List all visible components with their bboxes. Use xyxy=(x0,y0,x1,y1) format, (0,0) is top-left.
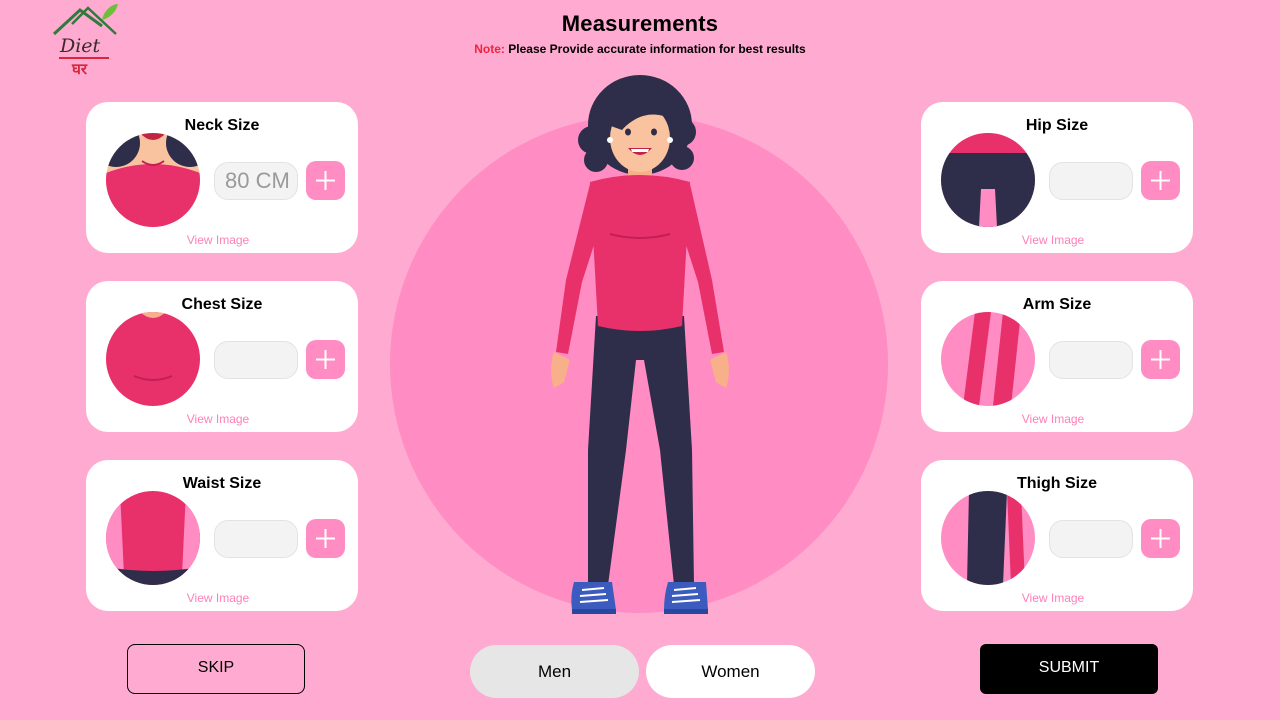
plus-icon xyxy=(316,350,335,369)
plus-icon xyxy=(316,171,335,190)
waist-view-image-link[interactable]: View Image xyxy=(86,591,358,605)
thigh-view-image-link[interactable]: View Image xyxy=(921,591,1193,605)
thigh-size-card: Thigh Size View Image xyxy=(921,460,1193,611)
neck-thumbnail xyxy=(106,133,200,227)
plus-icon xyxy=(1151,350,1170,369)
thigh-add-button[interactable] xyxy=(1141,519,1180,558)
hip-size-title: Hip Size xyxy=(1025,117,1089,134)
neck-view-image-link[interactable]: View Image xyxy=(86,233,358,247)
hip-view-image-link[interactable]: View Image xyxy=(921,233,1193,247)
arm-size-card: Arm Size View Image xyxy=(921,281,1193,432)
chest-thumbnail xyxy=(106,312,200,406)
neck-size-input[interactable] xyxy=(214,162,298,200)
arm-thumbnail xyxy=(941,312,1035,406)
thigh-size-title: Thigh Size xyxy=(1017,475,1097,492)
thigh-thumbnail xyxy=(941,491,1035,585)
hip-size-card: Hip Size View Image xyxy=(921,102,1193,253)
note-label: Note: xyxy=(474,42,505,56)
info-note: Note: Please Provide accurate informatio… xyxy=(0,42,1280,56)
skip-button[interactable]: SKIP xyxy=(127,644,305,694)
neck-size-title: Neck Size xyxy=(184,117,260,134)
woman-figure-illustration xyxy=(551,75,729,614)
chest-size-title: Chest Size xyxy=(181,296,263,313)
chest-add-button[interactable] xyxy=(306,340,345,379)
note-text: Please Provide accurate information for … xyxy=(508,42,806,56)
hip-size-input[interactable] xyxy=(1049,162,1133,200)
hip-thumbnail xyxy=(941,133,1035,227)
chest-size-card: Chest Size View Image xyxy=(86,281,358,432)
plus-icon xyxy=(1151,529,1170,548)
waist-size-input[interactable] xyxy=(214,520,298,558)
waist-add-button[interactable] xyxy=(306,519,345,558)
thigh-size-input[interactable] xyxy=(1049,520,1133,558)
arm-view-image-link[interactable]: View Image xyxy=(921,412,1193,426)
plus-icon xyxy=(1151,171,1170,190)
plus-icon xyxy=(316,529,335,548)
arm-size-title: Arm Size xyxy=(1022,296,1092,313)
gender-option-women[interactable]: Women xyxy=(646,645,815,698)
gender-option-men[interactable]: Men xyxy=(470,645,639,698)
waist-size-title: Waist Size xyxy=(182,475,262,492)
hip-add-button[interactable] xyxy=(1141,161,1180,200)
arm-add-button[interactable] xyxy=(1141,340,1180,379)
page-title: Measurements xyxy=(561,11,719,36)
neck-size-card: Neck Size View Image xyxy=(86,102,358,253)
chest-size-input[interactable] xyxy=(214,341,298,379)
submit-button[interactable]: SUBMIT xyxy=(980,644,1158,694)
neck-add-button[interactable] xyxy=(306,161,345,200)
chest-view-image-link[interactable]: View Image xyxy=(86,412,358,426)
svg-text:घर: घर xyxy=(71,60,88,76)
arm-size-input[interactable] xyxy=(1049,341,1133,379)
waist-size-card: Waist Size View Image xyxy=(86,460,358,611)
waist-thumbnail xyxy=(106,491,200,585)
